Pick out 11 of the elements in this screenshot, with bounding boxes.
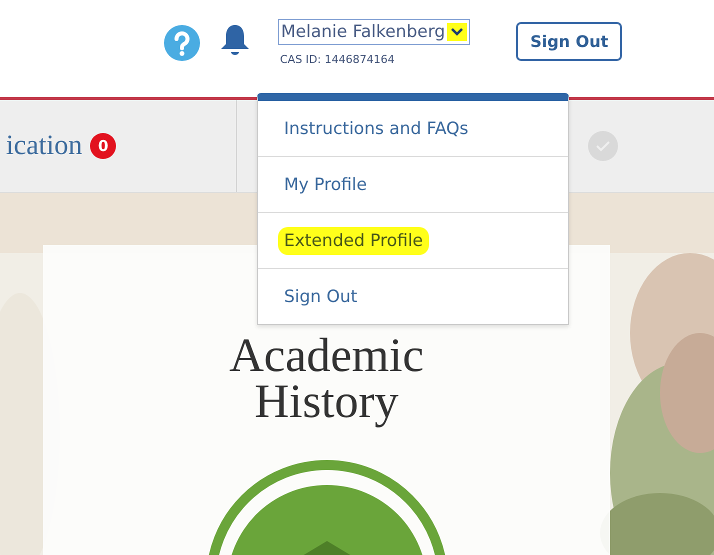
count-badge: 0	[90, 133, 116, 159]
menu-item[interactable]: Extended Profile	[278, 226, 430, 254]
tab-label[interactable]: ication	[6, 130, 82, 162]
card-title: Academic	[229, 333, 424, 379]
user-menu-toggle[interactable]: Melanie Falkenberg	[278, 19, 470, 45]
menu-item[interactable]: Instructions and FAQs	[284, 114, 468, 142]
menu-item[interactable]: My Profile	[284, 170, 367, 198]
menu-item[interactable]: Sign Out	[284, 282, 358, 310]
cas-id: CAS ID: 1446874164	[280, 53, 396, 66]
sign-out-button[interactable]: Sign Out	[516, 22, 622, 61]
card-title: History	[254, 379, 398, 425]
